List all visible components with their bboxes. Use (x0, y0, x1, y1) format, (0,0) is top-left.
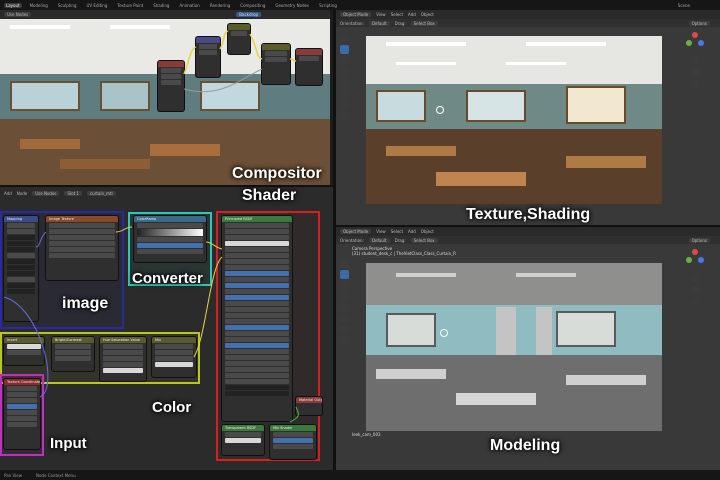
object-menu[interactable]: Object (421, 12, 434, 17)
camera-view-icon[interactable] (691, 297, 700, 306)
view-menu[interactable]: View (376, 229, 386, 234)
object-mode-dropdown[interactable]: Object Mode (340, 12, 372, 17)
viewport-top-header: Object Mode View Select Add Object (336, 10, 720, 19)
object-menu[interactable]: Object (421, 229, 434, 234)
workspace-tab[interactable]: Compositing (238, 3, 267, 8)
zoom-icon[interactable] (691, 56, 700, 65)
viewport-bottom-label: Modeling (490, 437, 561, 454)
workspace-tabs: Layout Modeling Sculpting UV Editing Texture… (0, 0, 720, 10)
add-menu[interactable]: Add (408, 229, 416, 234)
gizmo-z-icon[interactable] (698, 257, 704, 263)
drag-dropdown[interactable]: Select Box (410, 237, 438, 243)
orientation-dropdown[interactable]: Default (368, 20, 390, 26)
backdrop-button[interactable]: Backdrop (236, 12, 262, 17)
workspace-tab[interactable]: Geometry Nodes (273, 3, 311, 8)
annotate-tool[interactable] (340, 100, 349, 109)
gizmo-z-icon[interactable] (698, 40, 704, 46)
viewport-top-toolbar (338, 32, 351, 122)
status-node-context: Node Context Menu (35, 472, 76, 478)
measure-tool[interactable] (340, 111, 349, 120)
object-origin-icon (436, 106, 444, 114)
workspace-tab[interactable]: Sculpting (56, 3, 79, 8)
viewport-top-label: Texture,Shading (466, 206, 591, 223)
workspace-tab[interactable]: Rendering (208, 3, 232, 8)
navigation-gizmo[interactable] (684, 30, 708, 90)
compositor-label: Compositor (232, 165, 322, 182)
select-tool[interactable] (340, 270, 349, 279)
object-origin-icon (440, 329, 448, 337)
rotate-tool[interactable] (340, 67, 349, 76)
object-mode-dropdown[interactable]: Object Mode (340, 229, 372, 234)
viewport-shading[interactable]: Object Mode View Select Add Object Orien… (336, 10, 720, 225)
scale-tool[interactable] (340, 78, 349, 87)
add-menu[interactable]: Add (408, 12, 416, 17)
drag-dropdown[interactable]: Select Box (410, 20, 438, 26)
shader-editor: Shader Add Node Use Nodes Slot 1 curtain… (0, 187, 333, 470)
compositor-backdrop: Compositor (0, 19, 330, 185)
gizmo-x-icon[interactable] (692, 32, 698, 38)
scale-tool[interactable] (340, 303, 349, 312)
shaded-render (366, 36, 662, 204)
select-menu[interactable]: Select (391, 12, 403, 17)
camera-view-icon[interactable] (691, 80, 700, 89)
view-menu[interactable]: View (376, 12, 386, 17)
use-nodes-toggle[interactable]: Use Nodes (4, 12, 32, 17)
viewport-modeling[interactable]: Object Mode View Select Add Object Orien… (336, 227, 720, 470)
transform-tool[interactable] (340, 89, 349, 98)
workspace-tab[interactable]: Animation (177, 3, 201, 8)
status-pan-view: Pan View (4, 472, 22, 478)
zoom-icon[interactable] (691, 273, 700, 282)
viewport-bottom-header: Object Mode View Select Add Object (336, 227, 720, 236)
viewport-bottom-toolbar (338, 257, 351, 347)
compositor-header: Use Nodes Backdrop (0, 10, 330, 19)
move-tool[interactable] (340, 281, 349, 290)
measure-tool[interactable] (340, 336, 349, 345)
rotate-tool[interactable] (340, 292, 349, 301)
cursor-tool[interactable] (340, 34, 349, 43)
camera-info: Camera Perspective (31) student_desk_c |… (352, 246, 456, 256)
scene-selector[interactable]: Scene (678, 3, 690, 8)
status-bar: Pan View Node Context Menu (0, 470, 720, 480)
shader-links (3, 226, 299, 423)
workspace-tab[interactable]: Modeling (28, 3, 50, 8)
compositor-links (183, 30, 297, 93)
workspace-tab[interactable]: Scripting (317, 3, 339, 8)
orientation-dropdown[interactable]: Default (368, 237, 390, 243)
solid-render (366, 263, 662, 431)
pan-icon[interactable] (691, 68, 700, 77)
select-tool[interactable] (340, 45, 349, 54)
viewport-bottom-toolsettings: Orientation: Default Drag: Select Box Op… (336, 236, 720, 244)
options-dropdown[interactable]: Options (688, 237, 710, 243)
workspace-tab[interactable]: Texture Paint (115, 3, 145, 8)
annotate-tool[interactable] (340, 325, 349, 334)
viewport-top-toolsettings: Orientation: Default Drag: Select Box Op… (336, 19, 720, 27)
gizmo-x-icon[interactable] (692, 249, 698, 255)
options-dropdown[interactable]: Options (688, 20, 710, 26)
move-tool[interactable] (340, 56, 349, 65)
cursor-tool[interactable] (340, 259, 349, 268)
gizmo-y-icon[interactable] (686, 40, 692, 46)
workspace-tab[interactable]: UV Editing (85, 3, 110, 8)
transform-tool[interactable] (340, 314, 349, 323)
navigation-gizmo[interactable] (684, 247, 708, 307)
pan-icon[interactable] (691, 285, 700, 294)
workspace-tab[interactable]: Layout (4, 2, 22, 8)
camera-name: leek_cam_003 (352, 432, 381, 437)
select-menu[interactable]: Select (391, 229, 403, 234)
gizmo-y-icon[interactable] (686, 257, 692, 263)
workspace-tab[interactable]: Shading (151, 3, 171, 8)
